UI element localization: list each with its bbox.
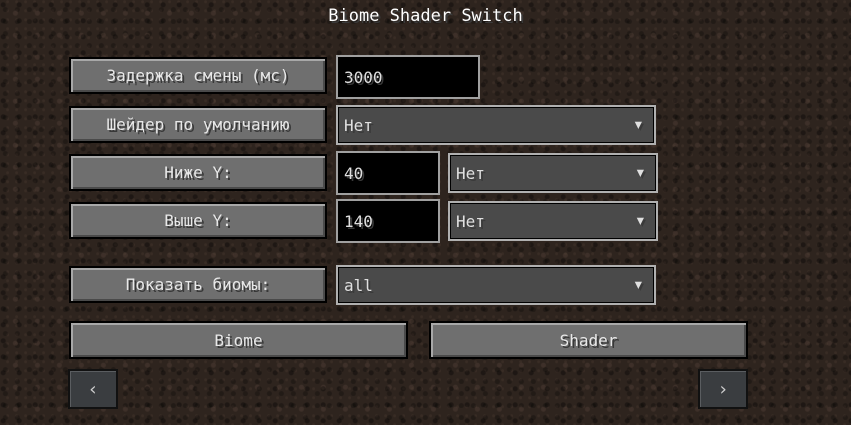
delay-label: Задержка смены (мс) — [106, 66, 290, 85]
above-y-label-button[interactable]: Выше Y: — [69, 202, 327, 239]
default-shader-label: Шейдер по умолчанию — [106, 115, 290, 134]
above-y-value: 140 — [344, 211, 373, 231]
delay-label-button[interactable]: Задержка смены (мс) — [69, 57, 327, 94]
delay-value: 3000 — [344, 67, 383, 87]
dropdown-arrow-icon: ▼ — [634, 117, 642, 132]
chevron-left-icon: ‹ — [87, 378, 99, 400]
delay-input[interactable]: 3000 — [336, 55, 480, 99]
default-shader-label-button[interactable]: Шейдер по умолчанию — [69, 106, 327, 143]
show-biomes-label-button[interactable]: Показать биомы: — [69, 266, 327, 303]
below-y-label: Ниже Y: — [164, 163, 232, 182]
default-shader-select[interactable]: Нет ▼ — [336, 105, 656, 145]
biome-button-label: Biome — [214, 330, 263, 350]
dropdown-arrow-icon: ▼ — [634, 277, 642, 292]
biome-button[interactable]: Biome — [69, 321, 408, 359]
show-biomes-value: all — [344, 275, 373, 295]
shader-button-label: Shader — [559, 330, 618, 350]
above-y-input[interactable]: 140 — [336, 199, 440, 243]
dropdown-arrow-icon: ▼ — [636, 165, 644, 180]
below-y-shader-value: Нет — [456, 163, 485, 183]
screen-title: Biome Shader Switch — [328, 6, 523, 26]
above-y-shader-value: Нет — [456, 211, 485, 231]
below-y-value: 40 — [344, 163, 364, 183]
dropdown-arrow-icon: ▼ — [636, 213, 644, 228]
default-shader-value: Нет — [344, 115, 373, 135]
next-page-button[interactable]: › — [698, 369, 748, 409]
below-y-input[interactable]: 40 — [336, 151, 440, 195]
below-y-label-button[interactable]: Ниже Y: — [69, 154, 327, 191]
chevron-right-icon: › — [717, 378, 729, 400]
previous-page-button[interactable]: ‹ — [68, 369, 118, 409]
below-y-shader-select[interactable]: Нет ▼ — [448, 153, 658, 193]
shader-button[interactable]: Shader — [429, 321, 748, 359]
show-biomes-label: Показать биомы: — [125, 275, 271, 294]
above-y-shader-select[interactable]: Нет ▼ — [448, 201, 658, 241]
show-biomes-select[interactable]: all ▼ — [336, 265, 656, 305]
above-y-label: Выше Y: — [164, 211, 232, 230]
